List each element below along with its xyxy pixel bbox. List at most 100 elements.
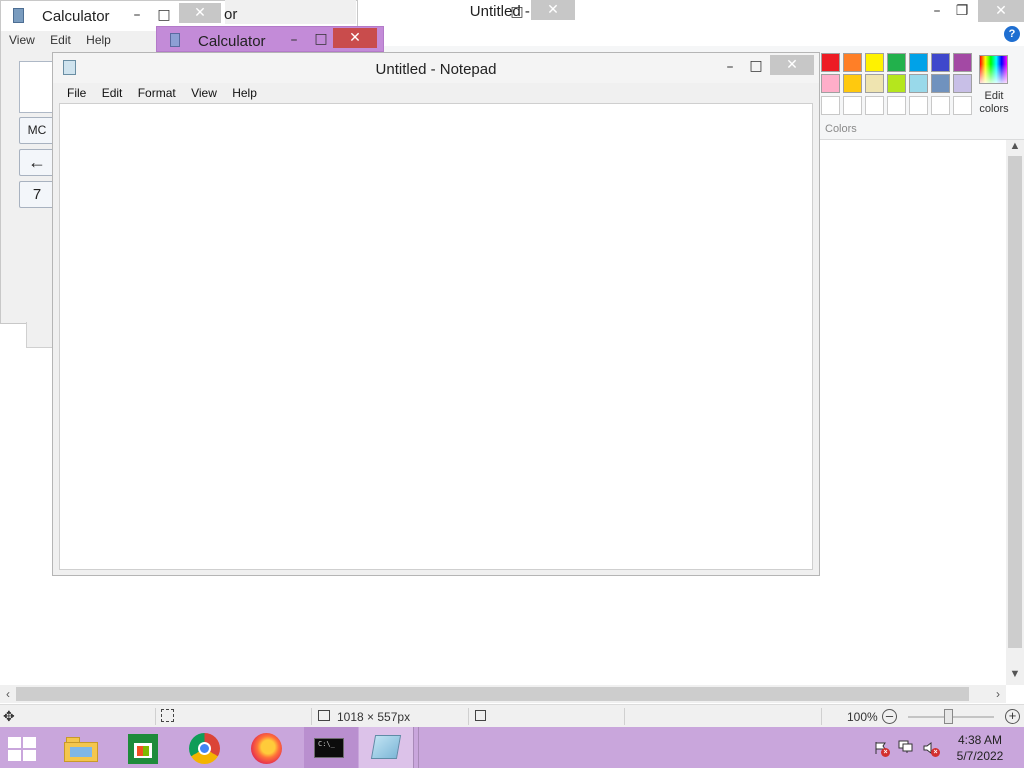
calculator-hidden-maximize-button[interactable]: □: [502, 1, 532, 23]
notepad-maximize-button[interactable]: □: [741, 55, 771, 77]
menu-view[interactable]: View: [9, 33, 35, 47]
paint-restore-button[interactable]: ❐: [947, 0, 977, 22]
menu-file[interactable]: File: [67, 86, 86, 100]
vertical-scrollbar-thumb[interactable]: [1008, 156, 1022, 648]
zoom-level: 100%: [847, 710, 878, 724]
menu-help[interactable]: Help: [232, 86, 257, 100]
file-size-icon: [475, 710, 486, 721]
menu-edit[interactable]: Edit: [102, 86, 123, 100]
empty-color-swatch[interactable]: [865, 96, 884, 115]
empty-color-swatch[interactable]: [953, 96, 972, 115]
taskbar: C:\_ × × 4:38 AM 5/7/2022: [0, 727, 1024, 768]
empty-color-swatch[interactable]: [931, 96, 950, 115]
calculator-minimize-button[interactable]: –: [279, 29, 309, 51]
paint-close-button[interactable]: ✕: [978, 0, 1024, 22]
scroll-down-icon[interactable]: ▼: [1006, 668, 1024, 684]
start-icon-pane: [8, 750, 21, 761]
zoom-out-icon[interactable]: –: [882, 709, 897, 724]
menu-edit[interactable]: Edit: [50, 33, 71, 47]
backspace-button[interactable]: ←: [19, 149, 55, 176]
start-icon-pane: [23, 737, 36, 748]
digit-7-button[interactable]: 7: [19, 181, 55, 208]
file-explorer-icon[interactable]: [64, 735, 98, 762]
statusbar-divider: [468, 708, 469, 725]
color-swatch[interactable]: [821, 74, 840, 93]
paint-statusbar: ✥ 1018 × 557px 100% – +: [0, 704, 1024, 727]
system-clock[interactable]: 4:38 AM 5/7/2022: [947, 732, 1013, 764]
notepad-titlebar[interactable]: Untitled - Notepad – □ ✕: [53, 53, 819, 83]
color-swatch[interactable]: [865, 53, 884, 72]
alert-x-icon: ×: [881, 748, 890, 757]
folder-window: [70, 747, 92, 757]
color-swatch[interactable]: [953, 74, 972, 93]
calculator-close-button[interactable]: ✕: [333, 28, 377, 48]
calculator-hidden-close-button[interactable]: ✕: [531, 0, 575, 20]
selection-size-icon: [161, 709, 174, 722]
empty-color-swatch[interactable]: [843, 96, 862, 115]
cursor-position-icon: ✥: [3, 708, 15, 724]
scroll-right-icon[interactable]: ›: [990, 685, 1006, 703]
color-swatch[interactable]: [843, 53, 862, 72]
calculator-maximize-button[interactable]: □: [149, 4, 179, 26]
taskbar-command-prompt[interactable]: C:\_: [304, 727, 358, 768]
calculator-icon: [170, 33, 180, 47]
store-icon[interactable]: [128, 734, 158, 764]
firefox-icon[interactable]: [251, 733, 282, 764]
calculator-title: Calculator: [198, 33, 266, 50]
command-prompt-icon-text: C:\_: [318, 740, 335, 748]
notepad-title: Untitled - Notepad: [375, 61, 497, 78]
menu-view[interactable]: View: [191, 86, 217, 100]
notepad-text-area[interactable]: [59, 103, 813, 570]
clock-date: 5/7/2022: [956, 749, 1004, 763]
colors-group-label: Colors: [825, 123, 857, 135]
notepad-close-button[interactable]: ✕: [770, 55, 814, 75]
calculator-icon: [13, 8, 24, 23]
taskbar-notepad[interactable]: [359, 727, 413, 768]
color-swatch[interactable]: [931, 53, 950, 72]
action-center-flag-icon[interactable]: ×: [874, 741, 890, 757]
horizontal-scrollbar-thumb[interactable]: [16, 687, 969, 701]
calculator-hidden-title-fragment: or: [224, 6, 238, 23]
empty-color-swatch[interactable]: [821, 96, 840, 115]
volume-muted-icon[interactable]: ×: [922, 741, 940, 757]
help-icon[interactable]: ?: [1004, 26, 1020, 42]
memory-clear-button[interactable]: MC: [19, 117, 55, 144]
start-icon-pane: [23, 750, 36, 761]
edit-colors-label[interactable]: Edit colors: [974, 90, 1014, 116]
color-swatch[interactable]: [953, 53, 972, 72]
empty-color-swatch[interactable]: [887, 96, 906, 115]
network-icon[interactable]: [898, 740, 914, 754]
notepad-icon: [370, 735, 402, 759]
color-swatch[interactable]: [865, 74, 884, 93]
calculator-title: Calculator: [42, 8, 110, 25]
calculator-maximize-button[interactable]: □: [306, 28, 336, 50]
taskbar-group-indicator: [413, 727, 419, 768]
scroll-up-icon[interactable]: ▲: [1006, 140, 1024, 156]
color-swatch[interactable]: [931, 74, 950, 93]
color-swatch[interactable]: [909, 74, 928, 93]
calculator-close-button[interactable]: ✕: [179, 3, 221, 23]
scroll-left-icon[interactable]: ‹: [0, 685, 16, 703]
command-prompt-icon: C:\_: [314, 738, 344, 758]
color-swatch[interactable]: [843, 74, 862, 93]
windows-start-icon[interactable]: [8, 737, 38, 761]
color-swatch[interactable]: [887, 74, 906, 93]
zoom-slider-thumb[interactable]: [944, 709, 953, 724]
notepad-icon: [63, 60, 76, 75]
calculator-titlebar-hidden[interactable]: □ ✕: [225, 0, 575, 24]
canvas-size-icon: [318, 710, 330, 721]
chrome-icon[interactable]: [189, 733, 220, 764]
zoom-in-icon[interactable]: +: [1005, 709, 1020, 724]
statusbar-divider: [821, 708, 822, 725]
color-swatch[interactable]: [909, 53, 928, 72]
color-swatch[interactable]: [887, 53, 906, 72]
edit-colors-icon[interactable]: [979, 55, 1008, 84]
menu-format[interactable]: Format: [138, 86, 176, 100]
canvas-size-readout: 1018 × 557px: [337, 710, 411, 724]
calculator-window-front[interactable]: Calculator – □ ✕: [156, 26, 384, 52]
color-swatch[interactable]: [821, 53, 840, 72]
calculator-minimize-button[interactable]: –: [122, 4, 152, 26]
menu-help[interactable]: Help: [86, 33, 111, 47]
mute-x-icon: ×: [931, 748, 940, 757]
empty-color-swatch[interactable]: [909, 96, 928, 115]
